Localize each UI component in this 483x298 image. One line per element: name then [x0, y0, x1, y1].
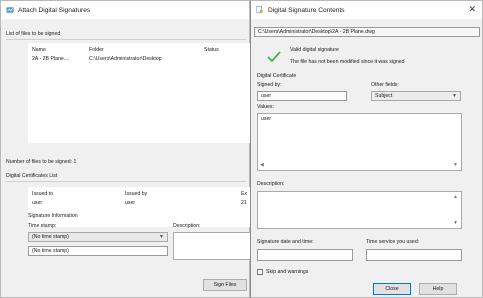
- chevron-down-icon: ▼: [159, 234, 164, 240]
- files-col-name[interactable]: Name: [32, 47, 46, 53]
- scroll-down-icon[interactable]: ▼: [453, 162, 458, 168]
- file-name-cell: 2A - 2B Plane....: [32, 56, 70, 62]
- signed-by-field[interactable]: user: [257, 91, 347, 101]
- values-label: Values:: [257, 104, 274, 110]
- time-service-label: Time service you used:: [366, 239, 420, 245]
- signature-icon: [6, 7, 14, 13]
- signature-contents-window: Digital Signature Contents ✕ C:\Users\Ad…: [250, 0, 483, 298]
- scroll-up-icon[interactable]: ▲: [453, 194, 458, 200]
- sig-date-field[interactable]: [257, 249, 353, 261]
- valid-signature-text: Valid digital signature: [290, 47, 339, 53]
- skip-warnings-label: Skip and warnings: [266, 269, 309, 275]
- time-stamp-select-value: (No time stamp): [32, 234, 69, 240]
- not-modified-text: The file has not been modified since it …: [290, 59, 405, 65]
- sign-files-button[interactable]: Sign Files: [203, 279, 247, 291]
- time-service-field[interactable]: [366, 249, 462, 261]
- chevron-down-icon: ▼: [452, 93, 457, 99]
- scroll-left-icon[interactable]: ◀: [260, 162, 264, 168]
- table-row[interactable]: user user 21: [28, 199, 250, 207]
- time-stamp-select[interactable]: (No time stamp) ▼: [28, 232, 168, 242]
- right-titlebar: Digital Signature Contents ✕: [251, 1, 482, 19]
- cert-issued-to-cell: user: [32, 200, 43, 206]
- scroll-down-icon[interactable]: ▼: [453, 220, 458, 226]
- cert-expires-cell: 21: [241, 200, 247, 206]
- cert-issued-by-cell: user: [125, 200, 136, 206]
- certs-col-issued-by[interactable]: Issued by: [125, 191, 147, 197]
- other-fields-label: Other fields:: [371, 82, 399, 88]
- certs-col-issued-to[interactable]: Issued to: [32, 191, 53, 197]
- files-count-label: Number of files to be signed: 1: [6, 159, 77, 165]
- skip-warnings-checkbox[interactable]: [257, 269, 263, 275]
- sig-date-label: Signature date and time:: [257, 239, 314, 245]
- files-section-divider: [6, 39, 246, 40]
- right-window-title: Digital Signature Contents: [268, 6, 345, 14]
- certs-section-label: Digital Certificates List: [6, 173, 58, 179]
- values-textarea[interactable]: user ▼ ◀: [257, 113, 462, 171]
- signed-by-value: user: [261, 93, 272, 99]
- close-icon[interactable]: ✕: [468, 4, 476, 14]
- attach-signatures-window: Attach Digital Signatures List of files …: [0, 0, 251, 298]
- description-label: Description:: [257, 181, 285, 187]
- signed-by-label: Signed by:: [257, 82, 282, 88]
- certificate-icon: [256, 6, 263, 14]
- certs-section-divider: [6, 181, 246, 182]
- description-label: Description:: [173, 223, 201, 229]
- digital-certificate-label: Digital Certificate: [257, 73, 297, 79]
- other-fields-value: Subject: [375, 93, 393, 99]
- help-button[interactable]: Help: [419, 283, 457, 295]
- left-window-title: Attach Digital Signatures: [18, 6, 91, 14]
- description-box[interactable]: ▲ ▼: [257, 191, 462, 229]
- left-titlebar: Attach Digital Signatures: [1, 1, 249, 19]
- sig-info-label: Signature Information: [28, 213, 78, 219]
- file-folder-cell: C:\Users\Administrator\Desktop: [89, 56, 162, 62]
- files-section-label: List of files to be signed: [6, 31, 61, 37]
- checkmark-icon: [267, 51, 281, 63]
- close-button[interactable]: Close: [373, 283, 411, 295]
- certs-col-expires[interactable]: Ex: [241, 191, 247, 197]
- description-input[interactable]: [173, 232, 251, 260]
- file-path-value: C:\Users\Administrator\Desktop\2A - 2B P…: [258, 29, 375, 35]
- table-row[interactable]: 2A - 2B Plane.... C:\Users\Administrator…: [28, 55, 250, 63]
- time-stamp-field[interactable]: (No time stamp): [28, 246, 168, 256]
- other-fields-select[interactable]: Subject ▼: [371, 91, 461, 101]
- time-stamp-field-value: (No time stamp): [32, 248, 69, 254]
- time-stamp-label: Time stamp:: [28, 223, 57, 229]
- values-value: user: [261, 116, 272, 122]
- files-col-status[interactable]: Status: [204, 47, 219, 53]
- files-col-folder[interactable]: Folder: [89, 47, 104, 53]
- file-path-field[interactable]: C:\Users\Administrator\Desktop\2A - 2B P…: [254, 27, 480, 37]
